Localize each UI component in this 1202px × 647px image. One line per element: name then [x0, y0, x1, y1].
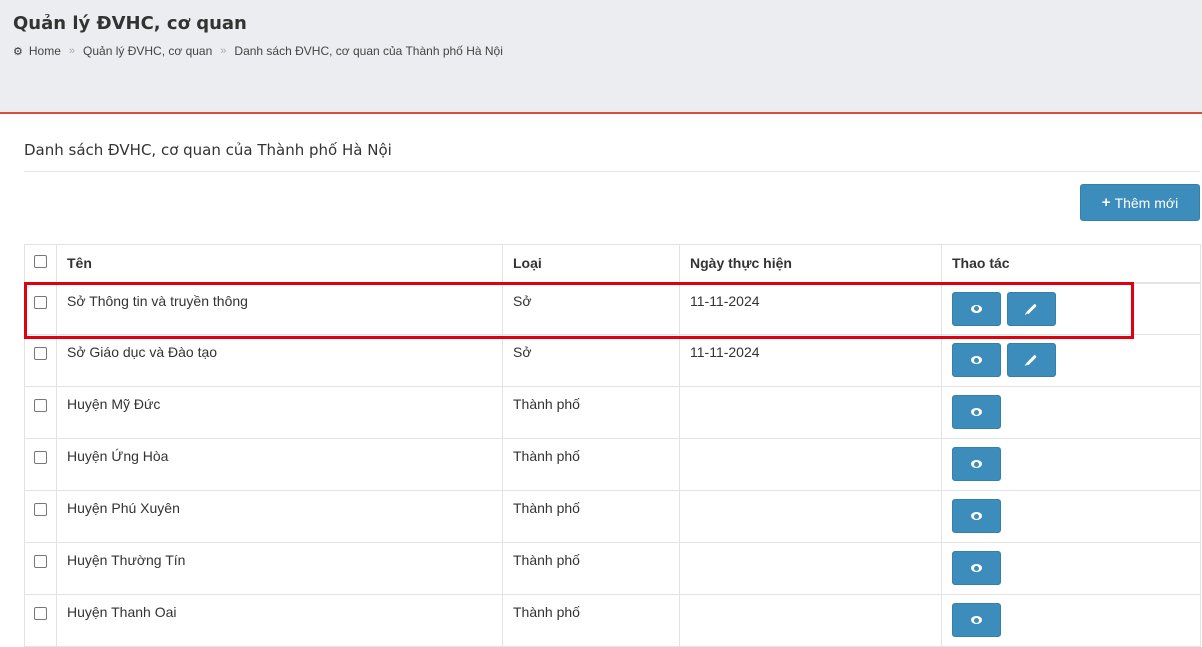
edit-button[interactable] — [1007, 343, 1056, 377]
row-checkbox[interactable] — [34, 555, 47, 568]
row-checkbox[interactable] — [34, 347, 47, 360]
view-button[interactable] — [952, 551, 1001, 585]
row-name: Huyện Ứng Hòa — [56, 438, 503, 491]
table-header-row: Tên Loại Ngày thực hiện Thao tác — [24, 244, 1201, 284]
breadcrumb-home[interactable]: Home — [29, 44, 61, 58]
select-all-checkbox[interactable] — [34, 255, 47, 269]
eye-icon — [971, 616, 982, 624]
pencil-icon — [1026, 354, 1037, 366]
unit-table: Tên Loại Ngày thực hiện Thao tác Sở Thôn… — [24, 244, 1201, 647]
pencil-icon — [1026, 303, 1037, 314]
edit-button[interactable] — [1007, 291, 1056, 326]
row-type: Thành phố — [502, 594, 680, 647]
row-name: Huyện Thanh Oai — [56, 594, 503, 647]
table-row: Huyện Thường Tín Thành phố — [24, 542, 1201, 595]
row-name: Huyện Thường Tín — [56, 542, 503, 595]
table-row: Huyện Thanh Oai Thành phố — [24, 594, 1201, 647]
row-date — [679, 386, 942, 439]
row-checkbox[interactable] — [34, 503, 47, 516]
row-type: Sở — [502, 282, 680, 335]
column-header-date[interactable]: Ngày thực hiện — [679, 244, 942, 284]
table-row: Sở Giáo dục và Đào tạo Sở 11-11-2024 — [24, 334, 1201, 387]
row-date: 11-11-2024 — [679, 334, 942, 387]
row-checkbox[interactable] — [34, 607, 47, 620]
row-date: 11-11-2024 — [679, 282, 942, 335]
eye-icon — [971, 564, 982, 572]
eye-icon — [971, 304, 982, 313]
eye-icon — [971, 512, 982, 520]
breadcrumb-separator-icon: » — [220, 45, 227, 57]
eye-icon — [971, 408, 982, 416]
column-header-type[interactable]: Loại — [502, 244, 680, 284]
row-checkbox[interactable] — [34, 451, 47, 464]
eye-icon — [971, 460, 982, 468]
row-name: Huyện Mỹ Đức — [56, 386, 503, 439]
row-name: Sở Giáo dục và Đào tạo — [56, 334, 503, 387]
row-type: Thành phố — [502, 386, 680, 439]
column-header-actions: Thao tác — [941, 244, 1201, 284]
table-row: Sở Thông tin và truyền thông Sở 11-11-20… — [24, 282, 1201, 335]
row-type: Thành phố — [502, 490, 680, 543]
view-button[interactable] — [952, 291, 1001, 326]
section-title: Danh sách ĐVHC, cơ quan của Thành phố Hà… — [24, 141, 392, 159]
row-date — [679, 594, 942, 647]
row-date — [679, 490, 942, 543]
row-name: Huyện Phú Xuyên — [56, 490, 503, 543]
table-row: Huyện Mỹ Đức Thành phố — [24, 386, 1201, 439]
view-button[interactable] — [952, 395, 1001, 429]
add-new-label: Thêm mới — [1114, 194, 1179, 211]
select-all-cell — [24, 244, 57, 284]
row-type: Thành phố — [502, 438, 680, 491]
view-button[interactable] — [952, 447, 1001, 481]
add-new-button[interactable]: + Thêm mới — [1080, 184, 1200, 221]
section-divider — [24, 171, 1200, 172]
row-name: Sở Thông tin và truyền thông — [56, 282, 503, 335]
page-title: Quản lý ĐVHC, cơ quan — [13, 13, 247, 34]
eye-icon — [971, 356, 982, 364]
plus-icon: + — [1101, 194, 1111, 211]
row-type: Thành phố — [502, 542, 680, 595]
breadcrumb: ⚙ Home » Quản lý ĐVHC, cơ quan » Danh sá… — [13, 44, 503, 58]
breadcrumb-manage[interactable]: Quản lý ĐVHC, cơ quan — [83, 44, 212, 58]
view-button[interactable] — [952, 499, 1001, 533]
row-type: Sở — [502, 334, 680, 387]
dashboard-icon: ⚙ — [13, 45, 23, 58]
row-date — [679, 542, 942, 595]
column-header-name[interactable]: Tên — [56, 244, 503, 284]
breadcrumb-separator-icon: » — [68, 45, 76, 57]
table-row: Huyện Ứng Hòa Thành phố — [24, 438, 1201, 491]
view-button[interactable] — [952, 343, 1001, 377]
breadcrumb-current: Danh sách ĐVHC, cơ quan của Thành phố Hà… — [234, 44, 503, 58]
row-checkbox[interactable] — [34, 295, 47, 309]
table-row: Huyện Phú Xuyên Thành phố — [24, 490, 1201, 543]
row-checkbox[interactable] — [34, 399, 47, 412]
content-header: Quản lý ĐVHC, cơ quan ⚙ Home » Quản lý Đ… — [0, 0, 1202, 114]
row-date — [679, 438, 942, 491]
